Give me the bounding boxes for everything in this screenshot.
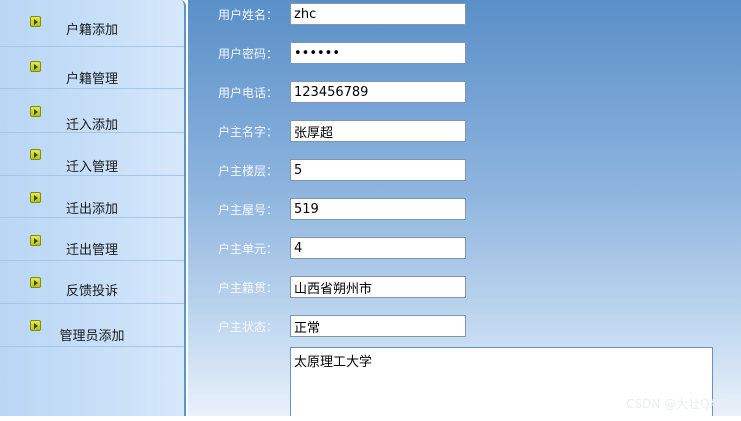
sidebar-item-move-out-manage[interactable]: 迁出管理 <box>0 220 184 261</box>
form-row-username: 用户姓名： <box>188 3 741 25</box>
bottom-strip <box>0 416 741 421</box>
form-row-unit: 户主单元： <box>188 237 741 259</box>
sidebar-item-move-out-add[interactable]: 迁出添加 <box>0 177 184 218</box>
sidebar-item-move-in-add[interactable]: 迁入添加 <box>0 92 184 133</box>
sidebar-item-label: 户籍管理 <box>65 72 118 87</box>
form-row-floor: 户主楼层： <box>188 159 741 181</box>
sidebar-item-label: 户籍添加 <box>65 23 118 38</box>
sidebar-item-household-add[interactable]: 户籍添加 <box>0 6 184 47</box>
sidebar-item-feedback[interactable]: 反馈投诉 <box>0 263 184 304</box>
sidebar-item-label: 迁出管理 <box>65 243 118 258</box>
form-row-room: 户主屋号： <box>188 198 741 220</box>
floor-input[interactable] <box>290 159 466 181</box>
form-row-phone: 用户电话： <box>188 81 741 103</box>
form-row-hometown: 户主籍贯： <box>188 276 741 298</box>
field-label: 用户姓名： <box>218 8 279 22</box>
field-label: 用户电话： <box>218 86 279 100</box>
field-label: 户主籍贯： <box>218 281 279 295</box>
owner-name-input[interactable] <box>290 120 466 142</box>
field-label: 户主状态： <box>218 320 279 334</box>
sidebar-menu: 户籍添加 户籍管理 迁入添加 迁入管理 迁出添加 迁出管理 反馈投诉 管理员添加 <box>0 0 186 416</box>
hometown-input[interactable] <box>290 276 466 298</box>
form-row-owner-name: 户主名字： <box>188 120 741 142</box>
sidebar-item-label: 迁入管理 <box>65 160 118 175</box>
sidebar-item-label: 迁入添加 <box>65 118 118 133</box>
sidebar-item-admin-add[interactable]: 管理员添加 <box>0 306 184 347</box>
password-input[interactable] <box>290 42 466 64</box>
form-row-status: 户主状态： <box>188 315 741 337</box>
status-input[interactable] <box>290 315 466 337</box>
page: 户籍添加 户籍管理 迁入添加 迁入管理 迁出添加 迁出管理 反馈投诉 管理员添加… <box>0 0 741 421</box>
watermark: CSDN @大壮QAQ <box>626 397 727 411</box>
unit-input[interactable] <box>290 237 466 259</box>
field-label: 户主屋号： <box>218 203 279 217</box>
room-number-input[interactable] <box>290 198 466 220</box>
sidebar-item-label: 管理员添加 <box>59 329 125 344</box>
form-row-password: 用户密码： <box>188 42 741 64</box>
field-label: 户主名字： <box>218 125 279 139</box>
field-label: 用户密码： <box>218 47 279 61</box>
sidebar-item-label: 迁出添加 <box>65 202 118 217</box>
sidebar-item-label: 反馈投诉 <box>65 284 118 299</box>
field-label: 户主楼层： <box>218 164 279 178</box>
field-label: 户主单元： <box>218 242 279 256</box>
sidebar-item-household-manage[interactable]: 户籍管理 <box>0 48 184 89</box>
username-input[interactable] <box>290 3 466 25</box>
form-panel: 用户姓名： 用户密码： 用户电话： 户主名字： 户主楼层： 户主屋号： 户主单元… <box>188 0 741 419</box>
phone-input[interactable] <box>290 81 466 103</box>
sidebar-item-move-in-manage[interactable]: 迁入管理 <box>0 135 184 176</box>
